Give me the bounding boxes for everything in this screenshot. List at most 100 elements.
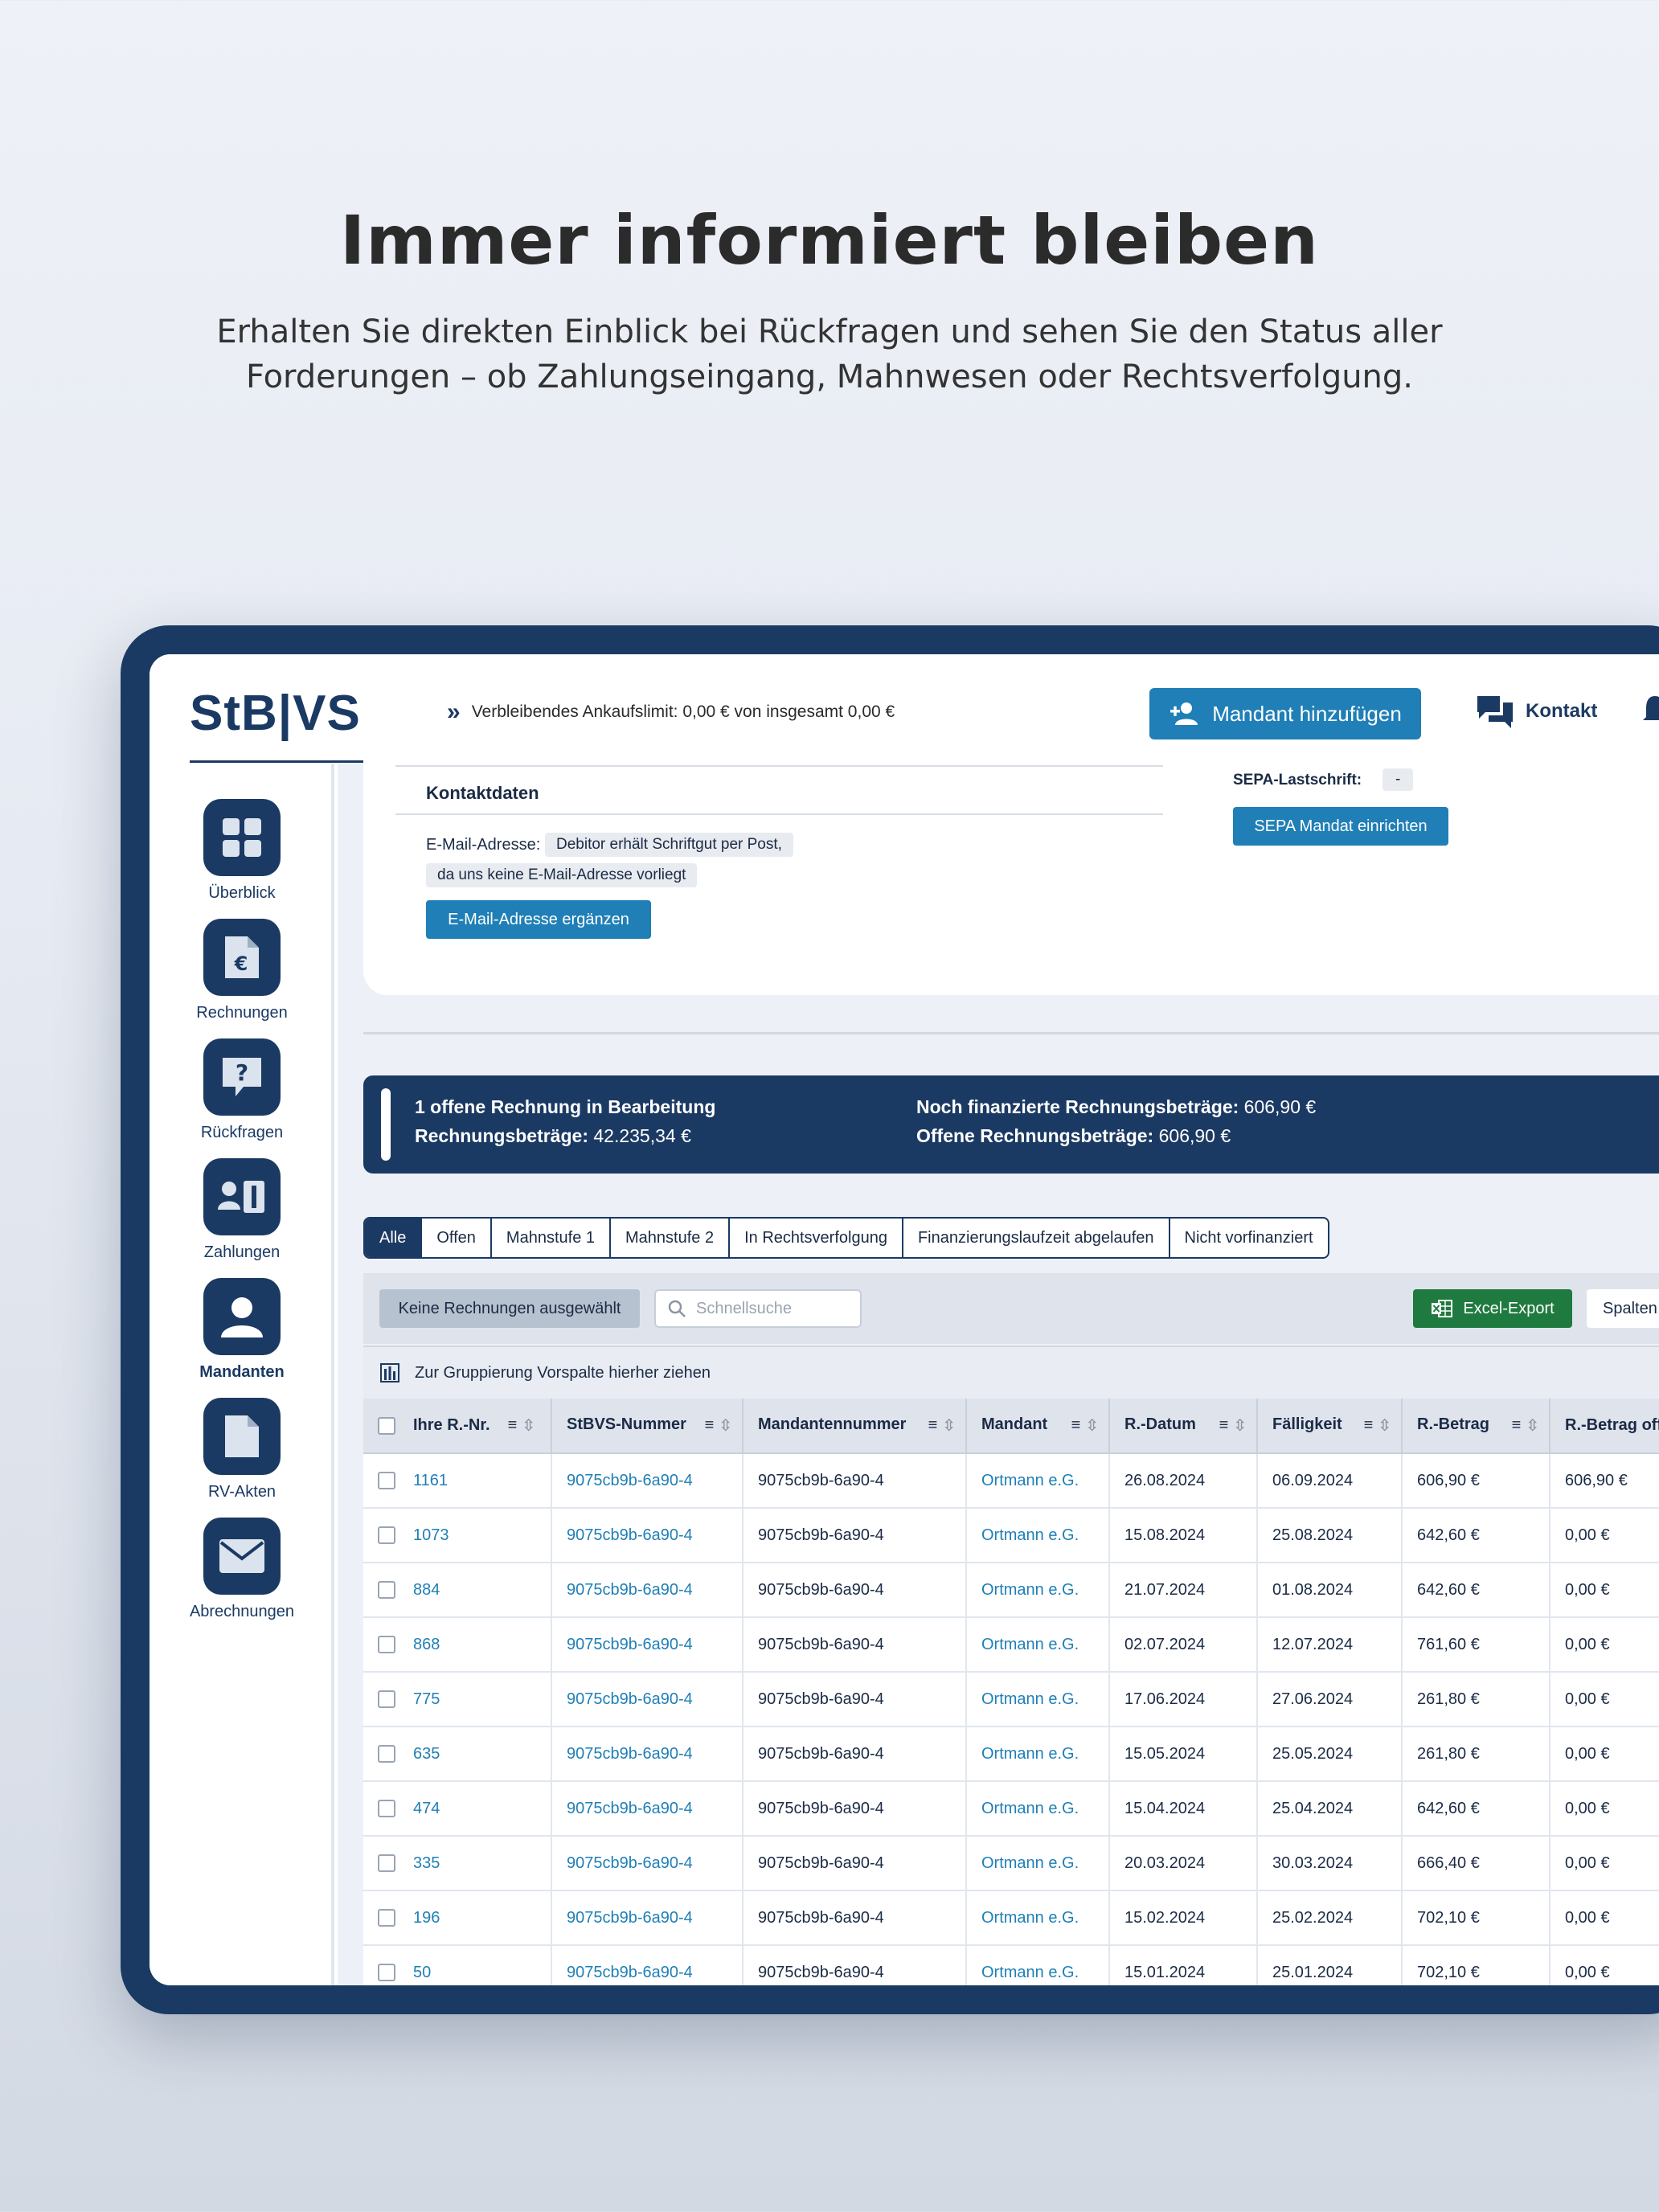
invoice-number-link[interactable]: 635 xyxy=(413,1745,440,1763)
excel-export-button[interactable]: Excel-Export xyxy=(1413,1289,1572,1328)
column-header-due-date[interactable]: Fälligkeit ≡ ⇳ xyxy=(1257,1399,1403,1454)
cell-client[interactable]: Ortmann e.G. xyxy=(966,1945,1110,1985)
sort-icon[interactable]: ⇳ xyxy=(942,1415,956,1436)
invoice-number-link[interactable]: 1073 xyxy=(413,1526,449,1545)
row-checkbox[interactable] xyxy=(378,1854,395,1872)
cell-stbvs-number[interactable]: 9075cb9b-6a90-4 xyxy=(551,1508,743,1563)
invoice-number-link[interactable]: 50 xyxy=(413,1964,431,1982)
row-checkbox[interactable] xyxy=(378,1526,395,1544)
column-header-client[interactable]: Mandant ≡ ⇳ xyxy=(966,1399,1110,1454)
sort-icon[interactable]: ⇳ xyxy=(1378,1415,1391,1436)
table-row[interactable]: 196 9075cb9b-6a90-4 9075cb9b-6a90-4 Ortmann… xyxy=(363,1890,1659,1946)
cell-client[interactable]: Ortmann e.G. xyxy=(966,1617,1110,1673)
row-checkbox[interactable] xyxy=(378,1636,395,1653)
tab-offen[interactable]: Offen xyxy=(422,1219,492,1257)
filter-icon[interactable]: ≡ xyxy=(1219,1416,1229,1435)
column-header-amount[interactable]: R.-Betrag ≡ ⇳ xyxy=(1402,1399,1550,1454)
cell-stbvs-number[interactable]: 9075cb9b-6a90-4 xyxy=(551,1453,743,1509)
bell-icon[interactable] xyxy=(1643,694,1659,727)
sidebar-item-rv-akten[interactable]: RV-Akten xyxy=(150,1398,334,1501)
table-row[interactable]: 50 9075cb9b-6a90-4 9075cb9b-6a90-4 Ortmann … xyxy=(363,1945,1659,1985)
cell-stbvs-number[interactable]: 9075cb9b-6a90-4 xyxy=(551,1563,743,1618)
sort-icon[interactable]: ⇳ xyxy=(1085,1415,1099,1436)
sort-icon[interactable]: ⇳ xyxy=(522,1415,535,1436)
sort-icon[interactable]: ⇳ xyxy=(1233,1415,1247,1436)
sort-icon[interactable]: ⇳ xyxy=(719,1415,732,1436)
filter-icon[interactable]: ≡ xyxy=(1071,1416,1081,1435)
sidebar-item-abrechnungen[interactable]: Abrechnungen xyxy=(150,1518,334,1621)
cell-amount: 702,10 € xyxy=(1402,1890,1550,1946)
invoice-number-link[interactable]: 335 xyxy=(413,1854,440,1873)
cell-client[interactable]: Ortmann e.G. xyxy=(966,1781,1110,1837)
tab-alle[interactable]: Alle xyxy=(365,1219,423,1257)
filter-icon[interactable]: ≡ xyxy=(928,1416,938,1435)
cell-stbvs-number[interactable]: 9075cb9b-6a90-4 xyxy=(551,1890,743,1946)
row-checkbox[interactable] xyxy=(378,1581,395,1599)
column-header-client-number[interactable]: Mandantennummer ≡ ⇳ xyxy=(743,1399,967,1454)
cell-client[interactable]: Ortmann e.G. xyxy=(966,1453,1110,1509)
cell-stbvs-number[interactable]: 9075cb9b-6a90-4 xyxy=(551,1617,743,1673)
filter-icon[interactable]: ≡ xyxy=(1364,1416,1374,1435)
tab-finanzierungslaufzeit[interactable]: Finanzierungslaufzeit abgelaufen xyxy=(903,1219,1170,1257)
sidebar-item-mandanten[interactable]: Mandanten xyxy=(150,1278,334,1382)
filter-icon[interactable]: ≡ xyxy=(705,1416,715,1435)
add-email-button[interactable]: E-Mail-Adresse ergänzen xyxy=(426,900,651,939)
add-client-button[interactable]: Mandant hinzufügen xyxy=(1149,688,1421,739)
invoice-number-link[interactable]: 884 xyxy=(413,1581,440,1600)
search-input[interactable]: Schnellsuche xyxy=(654,1289,862,1328)
table-row[interactable]: 868 9075cb9b-6a90-4 9075cb9b-6a90-4 Ortmann… xyxy=(363,1617,1659,1673)
cell-stbvs-number[interactable]: 9075cb9b-6a90-4 xyxy=(551,1727,743,1782)
cell-client[interactable]: Ortmann e.G. xyxy=(966,1672,1110,1727)
row-checkbox[interactable] xyxy=(378,1472,395,1489)
cell-client[interactable]: Ortmann e.G. xyxy=(966,1836,1110,1891)
tab-mahnstufe-2[interactable]: Mahnstufe 2 xyxy=(611,1219,731,1257)
column-header-stbvs-number[interactable]: StBVS-Nummer ≡ ⇳ xyxy=(551,1399,743,1454)
column-header-invoice-date[interactable]: R.-Datum ≡ ⇳ xyxy=(1109,1399,1258,1454)
invoice-number-link[interactable]: 775 xyxy=(413,1690,440,1709)
cell-client[interactable]: Ortmann e.G. xyxy=(966,1727,1110,1782)
cell-client[interactable]: Ortmann e.G. xyxy=(966,1890,1110,1946)
cell-stbvs-number[interactable]: 9075cb9b-6a90-4 xyxy=(551,1836,743,1891)
tab-rechtsverfolgung[interactable]: In Rechtsverfolgung xyxy=(730,1219,903,1257)
filter-icon[interactable]: ≡ xyxy=(508,1416,518,1435)
row-checkbox[interactable] xyxy=(378,1909,395,1927)
cell-stbvs-number[interactable]: 9075cb9b-6a90-4 xyxy=(551,1945,743,1985)
column-header-invoice-number[interactable]: Ihre R.-Nr. ≡ ⇳ xyxy=(363,1399,552,1454)
table-row[interactable]: 474 9075cb9b-6a90-4 9075cb9b-6a90-4 Ortmann… xyxy=(363,1781,1659,1837)
sidebar-item-rueckfragen[interactable]: ? Rückfragen xyxy=(150,1038,334,1142)
table-row[interactable]: 884 9075cb9b-6a90-4 9075cb9b-6a90-4 Ortmann… xyxy=(363,1563,1659,1618)
select-all-checkbox[interactable] xyxy=(378,1416,395,1435)
table-row[interactable]: 635 9075cb9b-6a90-4 9075cb9b-6a90-4 Ortmann… xyxy=(363,1727,1659,1782)
sidebar-item-zahlungen[interactable]: Zahlungen xyxy=(150,1158,334,1262)
cell-client[interactable]: Ortmann e.G. xyxy=(966,1563,1110,1618)
tab-nicht-vorfinanziert[interactable]: Nicht vorfinanziert xyxy=(1170,1219,1328,1257)
setup-sepa-button[interactable]: SEPA Mandat einrichten xyxy=(1233,807,1448,846)
sidebar-item-rechnungen[interactable]: € Rechnungen xyxy=(150,919,334,1022)
invoice-number-link[interactable]: 196 xyxy=(413,1909,440,1927)
filter-icon[interactable]: ≡ xyxy=(1512,1416,1522,1435)
row-checkbox[interactable] xyxy=(378,1745,395,1763)
row-checkbox[interactable] xyxy=(378,1800,395,1817)
invoice-number-link[interactable]: 1161 xyxy=(413,1472,448,1490)
invoice-number-link[interactable]: 868 xyxy=(413,1636,440,1654)
cell-stbvs-number[interactable]: 9075cb9b-6a90-4 xyxy=(551,1781,743,1837)
sort-icon[interactable]: ⇳ xyxy=(1526,1415,1539,1436)
contact-link[interactable]: Kontakt xyxy=(1476,694,1597,728)
sidebar-item-ueberblick[interactable]: Überblick xyxy=(150,799,334,903)
table-row[interactable]: 1073 9075cb9b-6a90-4 9075cb9b-6a90-4 Ortman… xyxy=(363,1508,1659,1563)
invoice-number-link[interactable]: 474 xyxy=(413,1800,440,1818)
table-row[interactable]: 335 9075cb9b-6a90-4 9075cb9b-6a90-4 Ortmann… xyxy=(363,1836,1659,1891)
nav-tile xyxy=(203,1398,281,1475)
logo[interactable]: StB|VS xyxy=(190,685,361,742)
row-checkbox[interactable] xyxy=(378,1690,395,1708)
cell-client[interactable]: Ortmann e.G. xyxy=(966,1508,1110,1563)
row-checkbox[interactable] xyxy=(378,1964,395,1981)
selection-button[interactable]: Keine Rechnungen ausgewählt xyxy=(379,1289,640,1328)
cell-stbvs-number[interactable]: 9075cb9b-6a90-4 xyxy=(551,1672,743,1727)
grouping-dropzone[interactable]: Zur Gruppierung Vorspalte hierher ziehen xyxy=(363,1346,1659,1399)
tab-mahnstufe-1[interactable]: Mahnstufe 1 xyxy=(492,1219,611,1257)
table-row[interactable]: 1161 9075cb9b-6a90-4 9075cb9b-6a90-4 Ortman… xyxy=(363,1453,1659,1509)
columns-button[interactable]: Spalten xyxy=(1587,1289,1659,1328)
table-row[interactable]: 775 9075cb9b-6a90-4 9075cb9b-6a90-4 Ortmann… xyxy=(363,1672,1659,1727)
column-header-open-amount[interactable]: R.-Betrag offen xyxy=(1550,1399,1659,1454)
